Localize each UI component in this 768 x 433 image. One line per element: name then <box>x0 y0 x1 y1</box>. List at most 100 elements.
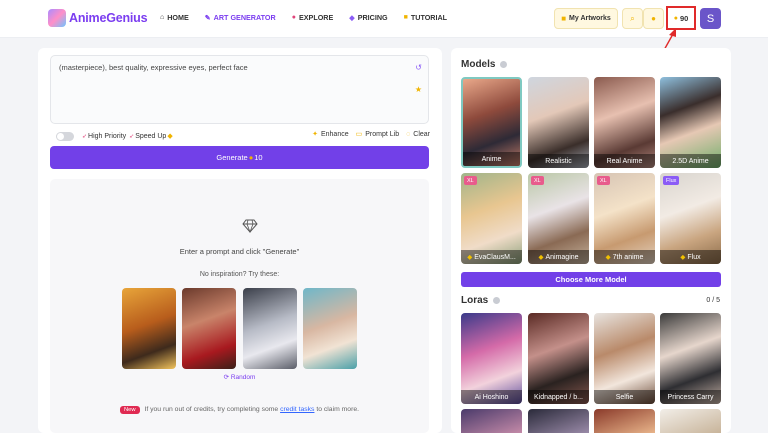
models-title: Models <box>461 59 508 70</box>
model-card-label: Anime <box>463 152 520 166</box>
model-card-label-wrap: ◆ Animagine <box>528 250 589 264</box>
nav-art-generator-label: ART GENERATOR <box>213 13 276 22</box>
logo[interactable]: AnimeGenius <box>48 9 148 27</box>
empty-message: Enter a prompt and click "Generate" <box>179 247 300 256</box>
generator-panel: (masterpiece), best quality, expressive … <box>38 48 442 433</box>
models-title-text: Models <box>461 59 496 70</box>
credit-tasks-link[interactable]: credit tasks <box>280 406 314 413</box>
lora-card[interactable] <box>594 409 655 433</box>
prompt-lib-label: Prompt Lib <box>365 130 400 138</box>
tip-text-before: If you run out of credits, try completin… <box>144 406 279 413</box>
palette-icon: ✎ <box>204 14 211 22</box>
logo-text: AnimeGenius <box>69 11 148 25</box>
nav-home[interactable]: ⌂ HOME <box>160 13 189 22</box>
my-artworks-label: My Artworks <box>569 15 611 22</box>
no-inspiration-text: No inspiration? Try these: <box>199 271 280 278</box>
diamond-icon: ◆ <box>349 14 355 22</box>
clear-button[interactable]: ◌ Clear <box>406 130 430 138</box>
avatar-letter: S <box>706 12 715 25</box>
lora-card[interactable] <box>660 409 721 433</box>
avatar[interactable]: S <box>700 8 721 29</box>
book-icon: ■ <box>403 14 408 21</box>
nav-art-generator[interactable]: ✎ ART GENERATOR <box>205 13 276 22</box>
model-badge: Flux <box>663 176 680 185</box>
model-card-evaclaus[interactable]: XL ◆ EvaClausM... <box>461 173 522 264</box>
model-card-7th-anime[interactable]: XL ◆ 7th anime <box>594 173 655 264</box>
model-card-label-wrap: ◆ EvaClausM... <box>461 250 522 264</box>
info-icon[interactable] <box>500 61 508 68</box>
loras-title-text: Loras <box>461 295 489 306</box>
prompt-lib-button[interactable]: ▭ Prompt Lib <box>356 130 400 139</box>
model-badge: XL <box>597 176 610 185</box>
lora-card-label: Kidnapped / b... <box>528 390 589 404</box>
gem-icon: ◆ <box>467 254 473 261</box>
model-card-label: EvaClausM... <box>474 253 516 261</box>
results-empty-state: Enter a prompt and click "Generate" No i… <box>50 179 429 433</box>
random-button[interactable]: ⟳ Random <box>50 373 429 381</box>
model-card-realistic[interactable]: Realistic <box>528 77 589 168</box>
model-card-label-wrap: ◆ 7th anime <box>594 250 655 264</box>
info-icon[interactable] <box>493 297 501 304</box>
compass-icon: ● <box>291 14 296 21</box>
speed-up-option[interactable]: ➶ Speed Up ◆ <box>129 132 173 141</box>
credits-value: 90 <box>679 13 689 23</box>
generate-label: Generate <box>216 153 248 162</box>
coin-icon: ● <box>248 153 254 162</box>
high-priority-toggle[interactable] <box>56 131 74 141</box>
folder-icon: ■ <box>561 14 567 23</box>
model-badge: XL <box>464 176 477 185</box>
rocket-icon: ➶ <box>82 133 88 140</box>
lora-card-selfie[interactable]: Selfie <box>594 313 655 404</box>
diamond-icon <box>242 219 258 233</box>
prompt-text: (masterpiece), best quality, expressive … <box>59 63 248 72</box>
generate-button[interactable]: Generate ● 10 <box>50 146 429 169</box>
credits-tip: New If you run out of credits, try compl… <box>50 406 429 414</box>
wand-icon: ✦ <box>312 131 318 138</box>
enhance-button[interactable]: ✦ Enhance <box>312 130 349 139</box>
lora-card-princess-carry[interactable]: Princess Carry <box>660 313 721 404</box>
model-card-flux[interactable]: Flux ◆ Flux <box>660 173 721 264</box>
gem-icon: ◆ <box>538 254 544 261</box>
options-row: ➶ High Priority ➶ Speed Up ◆ ✦ Enhance ▭… <box>56 130 430 142</box>
prompt-input[interactable]: (masterpiece), best quality, expressive … <box>50 55 429 124</box>
nav-tutorial[interactable]: ■ TUTORIAL <box>404 13 447 22</box>
sample-image[interactable] <box>182 288 236 369</box>
rocket-icon: ➶ <box>129 133 135 140</box>
gem-icon: ◆ <box>680 254 686 261</box>
lora-card[interactable] <box>461 409 522 433</box>
history-icon[interactable]: ↺ <box>415 63 422 72</box>
nav-pricing-label: PRICING <box>357 13 388 22</box>
high-priority-option[interactable]: ➶ High Priority <box>82 133 126 140</box>
new-badge: New <box>119 406 140 414</box>
sample-image[interactable] <box>122 288 176 369</box>
sample-image[interactable] <box>303 288 357 369</box>
settings-panel: Models Anime Realistic Real Anime 2.5D A… <box>451 48 731 433</box>
gem-icon: ◆ <box>167 133 173 140</box>
prompt-tools: ✦ Enhance ▭ Prompt Lib ◌ Clear <box>305 130 430 139</box>
tip-text-after: to claim more. <box>316 406 360 413</box>
model-card-real-anime[interactable]: Real Anime <box>594 77 655 168</box>
star-icon[interactable]: ★ <box>415 85 422 94</box>
refresh-icon: ⟳ <box>223 374 230 381</box>
lora-card-kidnapped[interactable]: Kidnapped / b... <box>528 313 589 404</box>
nav-explore[interactable]: ● EXPLORE <box>292 13 334 22</box>
model-card-label: Animagine <box>545 253 579 261</box>
my-artworks-button[interactable]: ■ My Artworks <box>554 8 618 29</box>
generate-cost: 10 <box>254 153 263 162</box>
model-card-label: 7th anime <box>612 253 644 261</box>
enhance-label: Enhance <box>320 130 349 138</box>
lora-card-label: Selfie <box>594 390 655 404</box>
model-card-label: Real Anime <box>594 154 655 168</box>
choose-more-model-button[interactable]: Choose More Model <box>461 272 721 287</box>
lora-card-ai-hoshino[interactable]: Ai Hoshino <box>461 313 522 404</box>
lora-card[interactable] <box>528 409 589 433</box>
nav-pricing[interactable]: ◆ PRICING <box>349 13 387 22</box>
model-card-animagine[interactable]: XL ◆ Animagine <box>528 173 589 264</box>
model-card-anime[interactable]: Anime <box>461 77 522 168</box>
main-nav: ⌂ HOME ✎ ART GENERATOR ● EXPLORE ◆ PRICI… <box>160 13 463 22</box>
bell-icon: ● <box>651 14 656 23</box>
sample-image[interactable] <box>243 288 297 369</box>
nav-home-label: HOME <box>167 13 189 22</box>
model-card-25d-anime[interactable]: 2.5D Anime <box>660 77 721 168</box>
model-card-label: Flux <box>687 253 701 261</box>
